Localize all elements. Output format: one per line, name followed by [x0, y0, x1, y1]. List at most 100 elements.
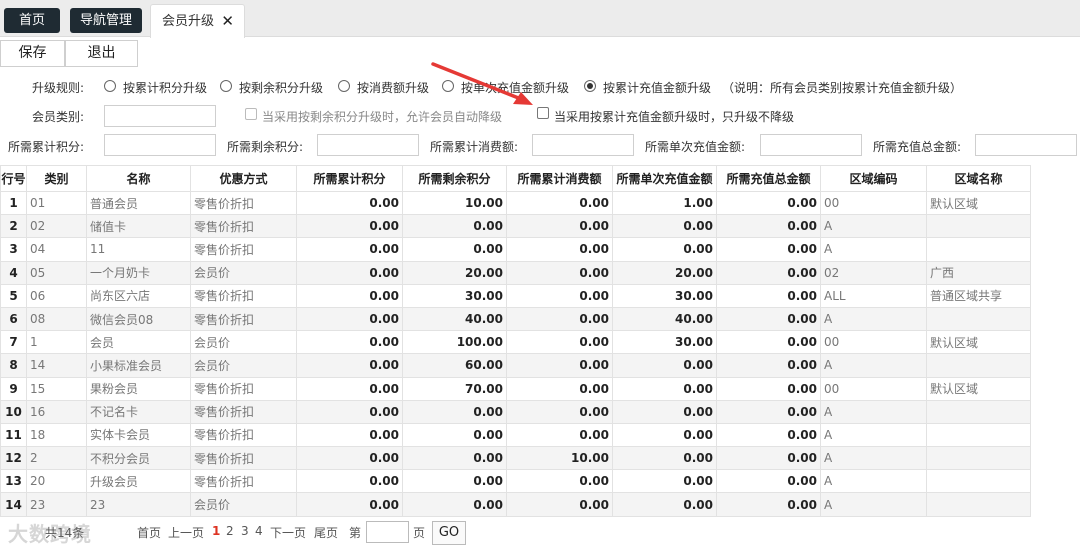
cell-row-number: 14 — [0, 492, 27, 517]
req-remaining-input[interactable] — [317, 134, 419, 156]
member-upgrade-table: 行号 类别 名称 优惠方式 所需累计积分 所需剩余积分 所需累计消费额 所需单次充值金额 所需充… — [0, 165, 1031, 517]
cell-discount-method: 零售价折扣 — [190, 237, 297, 262]
go-button[interactable]: GO — [432, 521, 466, 545]
req-single-label: 所需单次充值金额: — [645, 140, 746, 154]
table-row[interactable]: 10 16 不记名卡 零售价折扣 0.00 0.00 0.00 0.00 0.00 A — [0, 399, 1031, 424]
cell-discount-method: 零售价折扣 — [190, 283, 297, 308]
cell-required-points: 0.00 — [296, 330, 403, 355]
req-consume-label: 所需累计消费额: — [430, 140, 519, 154]
cell-region-name — [926, 422, 1031, 448]
cell-required-consumption: 0.00 — [506, 399, 613, 424]
table-row[interactable]: 1 01 普通会员 零售价折扣 0.00 10.00 0.00 1.00 0.00 00 默认区域 — [0, 190, 1031, 216]
radio-remaining-points[interactable] — [220, 80, 232, 92]
cell-name: 尚东区六店 — [86, 283, 191, 308]
table-row[interactable]: 13 20 升级会员 零售价折扣 0.00 0.00 0.00 0.00 0.00 A — [0, 469, 1031, 494]
table-row[interactable]: 6 08 微信会员08 零售价折扣 0.00 40.00 0.00 40.00 0.00 A — [0, 306, 1031, 332]
cell-required-consumption: 0.00 — [506, 237, 613, 262]
member-category-input[interactable] — [104, 105, 216, 127]
cell-name: 不记名卡 — [86, 399, 191, 424]
cell-region-name: 广西 — [926, 260, 1031, 285]
cell-required-consumption: 10.00 — [506, 446, 613, 471]
cell-region-code: A — [820, 492, 927, 517]
req-single-input[interactable] — [760, 134, 862, 156]
pager-next[interactable]: 下一页 — [270, 524, 306, 541]
tab-member-upgrade[interactable]: 会员升级 ✕ — [150, 4, 245, 38]
column-header[interactable]: 所需单次充值金额 — [612, 165, 717, 192]
cell-row-number: 9 — [0, 376, 27, 401]
pager-last[interactable]: 尾页 — [314, 524, 338, 541]
table-row[interactable]: 9 15 果粉会员 零售价折扣 0.00 70.00 0.00 0.00 0.00 00 默认区域 — [0, 376, 1031, 401]
cell-region-code: A — [820, 399, 927, 424]
req-total-label: 所需充值总金额: — [873, 140, 962, 154]
cell-region-name: 默认区域 — [926, 376, 1031, 401]
radio-consumption[interactable] — [338, 80, 350, 92]
cell-row-number: 6 — [0, 306, 27, 332]
cell-required-consumption: 0.00 — [506, 353, 613, 378]
column-header[interactable]: 名称 — [86, 165, 191, 192]
radio-accumulated-points[interactable] — [104, 80, 116, 92]
pager-page-2[interactable]: 2 — [226, 524, 234, 538]
save-button[interactable]: 保存 — [0, 40, 65, 67]
cell-required-points: 0.00 — [296, 353, 403, 378]
column-header[interactable]: 类别 — [26, 165, 87, 192]
pagination: 共14条 首页 上一页 1 2 3 4 下一页 尾页 第 页 GO — [0, 516, 1030, 548]
column-header[interactable]: 所需累计消费额 — [506, 165, 613, 192]
table-row[interactable]: 4 05 一个月奶卡 会员价 0.00 20.00 0.00 20.00 0.00 02 广西 — [0, 260, 1031, 285]
radio-accumulated-recharge-label: 按累计充值金额升级 — [603, 81, 712, 95]
cell-discount-method: 会员价 — [190, 330, 297, 355]
cell-required-points: 0.00 — [296, 237, 403, 262]
req-total-input[interactable] — [975, 134, 1077, 156]
table-row[interactable]: 7 1 会员 会员价 0.00 100.00 0.00 30.00 0.00 00 默认区域 — [0, 330, 1031, 355]
exit-button[interactable]: 退出 — [65, 40, 138, 67]
pager-page-1[interactable]: 1 — [212, 524, 220, 538]
cell-required-remaining-points: 0.00 — [402, 237, 507, 262]
pager-first[interactable]: 首页 — [137, 524, 161, 541]
table-row[interactable]: 2 02 储值卡 零售价折扣 0.00 0.00 0.00 0.00 0.00 A — [0, 214, 1031, 239]
cell-required-remaining-points: 0.00 — [402, 469, 507, 494]
cell-required-total-recharge: 0.00 — [716, 376, 821, 401]
cell-required-remaining-points: 0.00 — [402, 422, 507, 448]
cell-row-number: 10 — [0, 399, 27, 424]
cell-required-single-recharge: 0.00 — [612, 446, 717, 471]
table-row[interactable]: 12 2 不积分会员 零售价折扣 0.00 0.00 10.00 0.00 0.00 A — [0, 446, 1031, 471]
upgrade-only-label: 当采用按累计充值金额升级时，只升级不降级 — [554, 110, 795, 124]
cell-required-consumption: 0.00 — [506, 376, 613, 401]
cell-required-remaining-points: 0.00 — [402, 492, 507, 517]
pager-goto-suffix: 页 — [413, 526, 426, 540]
table-row[interactable]: 8 14 小果标准会员 会员价 0.00 60.00 0.00 0.00 0.00 A — [0, 353, 1031, 378]
cell-region-code: ALL — [820, 283, 927, 308]
page-number-input[interactable] — [366, 521, 409, 543]
cell-category-code: 01 — [26, 190, 87, 216]
pager-page-3[interactable]: 3 — [241, 524, 249, 538]
cell-required-single-recharge: 0.00 — [612, 353, 717, 378]
cell-region-code: A — [820, 214, 927, 239]
column-header[interactable]: 区域名称 — [926, 165, 1031, 192]
cell-name: 升级会员 — [86, 469, 191, 494]
req-points-input[interactable] — [104, 134, 216, 156]
allow-downgrade-checkbox[interactable] — [245, 108, 257, 120]
cell-required-single-recharge: 0.00 — [612, 469, 717, 494]
table-row[interactable]: 5 06 尚东区六店 零售价折扣 0.00 30.00 0.00 30.00 0.00 ALL 普通… — [0, 283, 1031, 308]
radio-accumulated-recharge[interactable] — [584, 80, 596, 92]
table-row[interactable]: 14 23 23 会员价 0.00 0.00 0.00 0.00 0.00 A — [0, 492, 1031, 517]
table-row[interactable]: 11 18 实体卡会员 零售价折扣 0.00 0.00 0.00 0.00 0.00 A — [0, 422, 1031, 448]
tab-navigation-management[interactable]: 导航管理 — [70, 8, 142, 33]
cell-row-number: 11 — [0, 422, 27, 448]
tab-home[interactable]: 首页 — [4, 8, 60, 33]
column-header[interactable]: 区域编码 — [820, 165, 927, 192]
table-row[interactable]: 3 04 11 零售价折扣 0.00 0.00 0.00 0.00 0.00 A — [0, 237, 1031, 262]
column-header[interactable]: 所需剩余积分 — [402, 165, 507, 192]
cell-category-code: 20 — [26, 469, 87, 494]
cell-region-code: 00 — [820, 376, 927, 401]
pager-page-4[interactable]: 4 — [255, 524, 263, 538]
cell-required-points: 0.00 — [296, 399, 403, 424]
cell-category-code: 05 — [26, 260, 87, 285]
column-header[interactable]: 所需充值总金额 — [716, 165, 821, 192]
column-header[interactable]: 优惠方式 — [190, 165, 297, 192]
close-icon[interactable]: ✕ — [221, 5, 234, 38]
req-consume-input[interactable] — [532, 134, 634, 156]
column-header[interactable]: 所需累计积分 — [296, 165, 403, 192]
column-header[interactable]: 行号 — [0, 165, 27, 192]
pager-prev[interactable]: 上一页 — [168, 524, 204, 541]
cell-name: 果粉会员 — [86, 376, 191, 401]
